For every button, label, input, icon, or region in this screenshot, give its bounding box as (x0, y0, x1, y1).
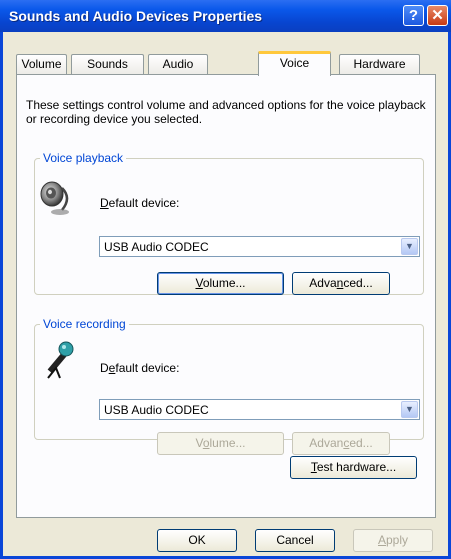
recording-volume-button[interactable]: Volume... (157, 432, 284, 455)
playback-advanced-button[interactable]: Advanced... (292, 272, 390, 295)
tab-hardware[interactable]: Hardware (339, 54, 420, 75)
recording-advanced-button[interactable]: Advanced... (292, 432, 390, 455)
playback-volume-button[interactable]: Volume... (157, 272, 284, 295)
description-text: These settings control volume and advanc… (26, 98, 426, 126)
voice-playback-legend: Voice playback (40, 151, 127, 165)
playback-device-value: USB Audio CODEC (104, 240, 209, 254)
cancel-button[interactable]: Cancel (255, 529, 335, 552)
test-hardware-button[interactable]: Test hardware... (290, 456, 417, 479)
chevron-down-icon[interactable]: ▼ (401, 238, 418, 255)
close-button[interactable]: ✕ (427, 5, 448, 26)
voice-recording-legend: Voice recording (40, 317, 129, 331)
recording-device-value: USB Audio CODEC (104, 403, 209, 417)
voice-recording-group: Voice recording (34, 317, 424, 440)
tab-sounds[interactable]: Sounds (71, 54, 144, 75)
window-title: Sounds and Audio Devices Properties (9, 8, 263, 24)
help-button[interactable]: ? (403, 5, 424, 26)
tab-strip: Volume Sounds Audio Voice Hardware (16, 51, 436, 76)
tab-volume[interactable]: Volume (16, 54, 67, 75)
playback-default-device-label: Default device: (100, 196, 180, 210)
playback-device-select[interactable]: USB Audio CODEC ▼ (99, 236, 420, 257)
tab-voice[interactable]: Voice (258, 51, 331, 76)
microphone-icon (47, 341, 74, 379)
tab-audio[interactable]: Audio (148, 54, 208, 75)
speaker-icon (40, 181, 69, 215)
ok-button[interactable]: OK (157, 529, 237, 552)
recording-device-select[interactable]: USB Audio CODEC ▼ (99, 399, 420, 420)
apply-button[interactable]: Apply (353, 529, 433, 552)
chevron-down-icon[interactable]: ▼ (401, 401, 418, 418)
help-icon: ? (408, 7, 419, 24)
close-icon: ✕ (431, 7, 444, 24)
title-bar[interactable]: Sounds and Audio Devices Properties ? ✕ (0, 0, 451, 32)
dialog-window: Sounds and Audio Devices Properties ? ✕ … (0, 0, 451, 559)
recording-default-device-label: Default device: (100, 361, 180, 375)
dialog-client-area: Volume Sounds Audio Voice Hardware These… (3, 32, 448, 556)
